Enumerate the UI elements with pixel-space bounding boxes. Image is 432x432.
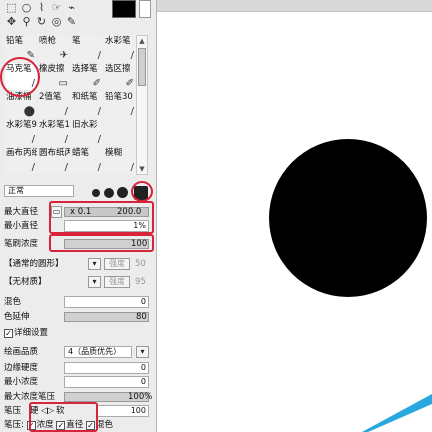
brush-cell[interactable]: 铅笔30/ — [104, 91, 136, 118]
pressure-hardsoft-value[interactable]: 100 — [96, 405, 149, 417]
max-density-pressure-value: 100% — [128, 392, 153, 402]
brush-cell[interactable]: 选区擦 ✐ — [104, 63, 136, 90]
tool-row-1: ⬚ ○ ⌇ ☞ ⌁ — [6, 1, 77, 14]
brush-cell[interactable]: 圆布纸丙纸/ — [38, 147, 70, 174]
tool-panel: ⬚ ○ ⌇ ☞ ⌁ ✥ ⚲ ↻ ◎ ✎ 铅笔 ✎ 喷枪 ✈ 笔 / 水彩笔 / 马克笔 /… — [0, 0, 157, 432]
texture-label[interactable]: 【无材质】 — [4, 276, 47, 288]
magic-wand-icon[interactable]: ⌇ — [36, 1, 47, 14]
brush-icon: / — [64, 162, 68, 173]
detail-checkbox[interactable]: ✓ — [4, 329, 13, 338]
brush-cell[interactable]: 水彩笔9版/ — [5, 119, 37, 146]
scroll-down-icon[interactable]: ▼ — [137, 164, 147, 174]
brush-icon: ▭ — [58, 78, 68, 89]
brush-icon: ⬤ — [23, 106, 35, 117]
color-extend-value: 80 — [136, 312, 147, 322]
highlight-diameter-box — [49, 201, 154, 234]
pressure-options-label: 笔压: — [4, 420, 24, 430]
brush-icon: / — [130, 162, 134, 173]
brush-cell[interactable]: 喷枪 ✈ — [38, 35, 70, 62]
brush-shape-small[interactable] — [92, 189, 100, 197]
highlight-pressure-box — [29, 402, 98, 432]
lasso-icon[interactable]: ○ — [21, 1, 32, 14]
hand-icon[interactable]: ☞ — [51, 1, 62, 14]
primary-color-swatch[interactable] — [112, 0, 136, 18]
edge-hardness-label: 边缘硬度 — [4, 363, 39, 373]
quality-select[interactable]: 4（品质优先） — [64, 346, 132, 358]
brush-icon: ✈ — [59, 50, 68, 61]
edge-hardness-slider[interactable]: 0 — [64, 362, 149, 374]
scroll-thumb[interactable] — [138, 48, 146, 86]
brush-icon: / — [97, 134, 101, 145]
brush-cell[interactable]: 和纸笔 / — [71, 91, 103, 118]
secondary-color-swatch[interactable] — [139, 0, 151, 18]
texture-strength-button[interactable]: 强度 — [104, 276, 130, 288]
highlight-brush-circle — [0, 57, 40, 97]
max-diameter-label: 最大直径 — [4, 207, 39, 217]
target-icon[interactable]: ◎ — [51, 15, 62, 28]
brush-cell[interactable]: 橡皮擦 ▭ — [38, 63, 70, 90]
shape-dropdown-icon[interactable]: ▾ — [88, 258, 101, 270]
brush-icon: / — [64, 106, 68, 117]
shape-label[interactable]: 【通常的圆形】 — [4, 258, 64, 270]
highlight-shape-circle — [131, 181, 153, 202]
brush-icon: / — [31, 134, 35, 145]
rect-select-icon[interactable]: ⬚ — [6, 1, 17, 14]
scroll-up-icon[interactable]: ▲ — [137, 36, 147, 46]
detail-settings-label: 详细设置 — [14, 328, 49, 338]
min-density-slider[interactable]: 0 — [64, 376, 149, 388]
blend-slider[interactable]: 0 — [64, 296, 149, 308]
canvas-area[interactable] — [157, 0, 432, 432]
brush-cell[interactable]: 旧水彩 / — [71, 119, 103, 146]
pen-icon[interactable]: ⌁ — [66, 1, 77, 14]
texture-value: 95 — [135, 277, 146, 287]
brush-density-label: 笔刷浓度 — [4, 239, 39, 249]
blend-label: 混色 — [4, 297, 22, 307]
brush-cell[interactable]: 2值笔 / — [38, 91, 70, 118]
brush-cell[interactable]: 笔 / — [71, 35, 103, 62]
brush-icon: ✐ — [92, 78, 101, 89]
zoom-icon[interactable]: ⚲ — [21, 15, 32, 28]
brush-icon: / — [97, 106, 101, 117]
drawn-circle — [269, 139, 427, 297]
brush-cell[interactable]: 选择笔 ✐ — [71, 63, 103, 90]
brush-cell[interactable]: 水彩笔 / — [104, 35, 136, 62]
move-icon[interactable]: ✥ — [6, 15, 17, 28]
brush-cell[interactable]: 水彩笔10版/ — [38, 119, 70, 146]
eyedropper-icon[interactable]: ✎ — [66, 15, 77, 28]
blend-option-label: 混色 — [96, 420, 114, 430]
highlight-density-box — [49, 234, 154, 252]
brush-icon: / — [130, 50, 134, 61]
canvas-tab-bar — [157, 0, 432, 12]
brush-cell-empty[interactable] — [104, 119, 136, 146]
brush-shape-large[interactable] — [117, 187, 128, 198]
detail-settings-row[interactable]: ✓ 详细设置 — [4, 327, 48, 339]
brush-icon: / — [64, 134, 68, 145]
min-diameter-label: 最小直径 — [4, 221, 39, 231]
brush-icon: / — [31, 162, 35, 173]
blend-mode-select[interactable]: 正常 — [4, 185, 74, 197]
brush-icon: / — [97, 162, 101, 173]
min-density-label: 最小浓度 — [4, 377, 39, 387]
color-extend-label: 色延伸 — [4, 312, 30, 322]
tool-row-2: ✥ ⚲ ↻ ◎ ✎ — [6, 15, 77, 28]
quality-label: 绘画品质 — [4, 347, 39, 357]
brush-cell[interactable]: 蜡笔 / — [71, 147, 103, 174]
shape-strength-button[interactable]: 强度 — [104, 258, 130, 270]
brush-icon: ✐ — [125, 78, 134, 89]
brush-icon: / — [97, 50, 101, 61]
pressure-hardsoft-label: 笔压 — [4, 406, 22, 416]
quality-dropdown-icon[interactable]: ▾ — [136, 346, 149, 358]
rotate-icon[interactable]: ↻ — [36, 15, 47, 28]
brush-grid: 铅笔 ✎ 喷枪 ✈ 笔 / 水彩笔 / 马克笔 / 橡皮擦 ▭ 选择笔 ✐ 选区擦 ✐ 油漆桶 ⬤… — [5, 35, 136, 175]
texture-dropdown-icon[interactable]: ▾ — [88, 276, 101, 288]
brush-cell[interactable]: 模糊 / — [104, 147, 136, 174]
brush-scrollbar[interactable]: ▲ ▼ — [136, 35, 148, 175]
brush-cell[interactable]: 画布丙纸 / — [5, 147, 37, 174]
shape-value: 50 — [135, 259, 146, 269]
brush-icon: / — [130, 106, 134, 117]
brush-shape-medium[interactable] — [104, 188, 114, 198]
